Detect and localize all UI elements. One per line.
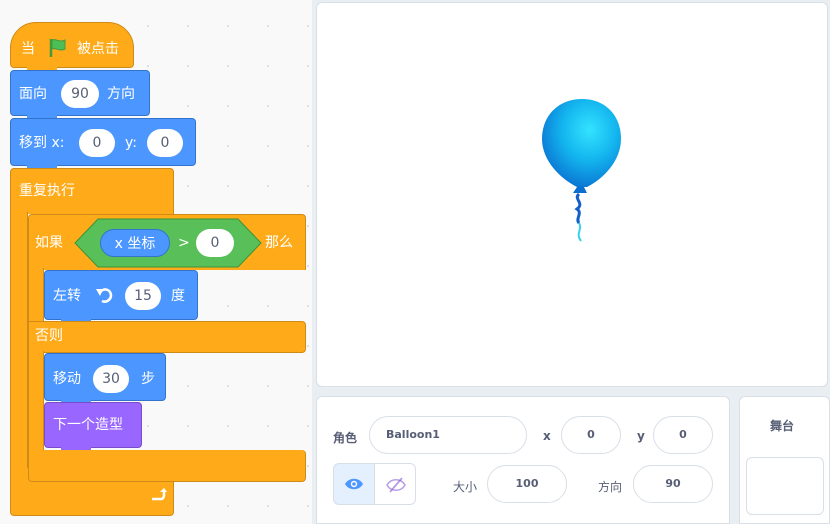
direction-input[interactable]: 90 bbox=[61, 80, 99, 108]
next-costume-block[interactable]: 下一个造型 bbox=[44, 402, 142, 456]
x-label: x bbox=[543, 429, 551, 443]
point-direction-block[interactable]: 面向 90 方向 bbox=[10, 70, 150, 124]
steps-suffix: 步 bbox=[141, 371, 155, 387]
turn-left-label: 左转 bbox=[53, 288, 81, 304]
size-label: 大小 bbox=[453, 480, 478, 494]
stage-canvas[interactable] bbox=[316, 2, 828, 387]
size-field[interactable]: 100 bbox=[487, 465, 567, 503]
direction-field[interactable]: 90 bbox=[633, 465, 713, 503]
degrees-suffix: 度 bbox=[171, 288, 185, 304]
green-flag-icon bbox=[49, 39, 66, 57]
if-label: 如果 bbox=[35, 235, 63, 251]
else-arm bbox=[28, 351, 44, 451]
move-steps-input[interactable]: 30 bbox=[93, 365, 129, 393]
turn-degrees-input[interactable]: 15 bbox=[125, 282, 161, 310]
point-direction-label: 面向 bbox=[19, 86, 47, 102]
if-arm bbox=[28, 268, 44, 324]
sprite-name-field[interactable]: Balloon1 bbox=[369, 416, 527, 454]
goto-x-label: 移到 x: bbox=[19, 135, 65, 151]
move-label: 移动 bbox=[53, 371, 81, 387]
if-else-bottom bbox=[28, 450, 306, 482]
sprite-info-panel: 角色 Balloon1 x 0 y 0 大小 100 方向 90 bbox=[316, 396, 730, 524]
rotate-left-icon bbox=[96, 288, 113, 303]
eye-icon bbox=[345, 478, 363, 490]
y-field[interactable]: 0 bbox=[653, 416, 713, 454]
hide-button[interactable] bbox=[374, 463, 416, 505]
clicked-label: 被点击 bbox=[77, 41, 119, 57]
loop-arrow-icon bbox=[152, 488, 167, 501]
then-label: 那么 bbox=[265, 235, 293, 251]
stage-thumbnail[interactable] bbox=[746, 457, 824, 515]
stage-selector-pane[interactable]: 舞台 bbox=[739, 396, 830, 524]
y-input[interactable]: 0 bbox=[147, 129, 183, 157]
goto-xy-block[interactable]: 移到 x: 0 y: 0 bbox=[10, 118, 196, 174]
stage-title: 舞台 bbox=[770, 419, 795, 433]
when-flag-clicked-block[interactable]: 当 被点击 bbox=[10, 22, 134, 76]
show-button[interactable] bbox=[333, 463, 375, 505]
code-area[interactable]: 当 被点击 面向 90 方向 移到 x: 0 y: 0 重复执行 如果 那么 x bbox=[0, 0, 312, 524]
else-section: 否则 bbox=[28, 321, 306, 353]
turn-left-block[interactable]: 左转 15 度 bbox=[44, 270, 198, 328]
goto-y-label: y: bbox=[125, 135, 137, 151]
direction-suffix: 方向 bbox=[107, 86, 135, 102]
operator-symbol: > bbox=[178, 235, 190, 251]
x-input[interactable]: 0 bbox=[79, 129, 115, 157]
forever-arm bbox=[10, 212, 28, 470]
balloon-sprite[interactable] bbox=[537, 95, 627, 255]
forever-block[interactable]: 重复执行 bbox=[10, 168, 174, 214]
else-label: 否则 bbox=[35, 328, 63, 344]
x-position-reporter[interactable]: x 坐标 bbox=[100, 229, 170, 257]
x-field[interactable]: 0 bbox=[561, 416, 621, 454]
y-label: y bbox=[637, 429, 645, 443]
condition-value-input[interactable]: 0 bbox=[196, 229, 234, 257]
direction-label: 方向 bbox=[598, 480, 623, 494]
next-costume-label: 下一个造型 bbox=[53, 417, 123, 433]
when-label: 当 bbox=[21, 41, 35, 57]
sprite-label: 角色 bbox=[333, 431, 358, 445]
eye-slash-icon bbox=[386, 477, 406, 493]
forever-label: 重复执行 bbox=[19, 183, 75, 199]
move-steps-block[interactable]: 移动 30 步 bbox=[44, 353, 166, 409]
